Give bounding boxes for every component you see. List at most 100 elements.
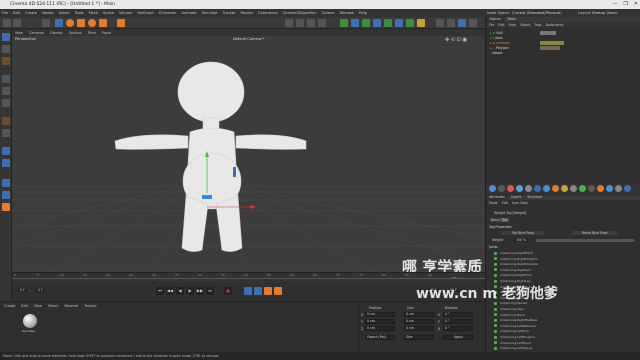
menu-volume[interactable]: Volume: [119, 11, 132, 15]
workplane-icon[interactable]: [99, 19, 107, 27]
om-menu-view[interactable]: View: [509, 23, 517, 27]
pos-x-field[interactable]: 0 cm: [365, 312, 395, 317]
live-select-icon[interactable]: [42, 19, 50, 27]
record-button[interactable]: ●: [224, 287, 232, 295]
om-menu-edit[interactable]: Edit: [498, 23, 504, 27]
tool-icon-15[interactable]: [615, 185, 622, 192]
tool-icon-2[interactable]: [498, 185, 505, 192]
tool-icon-12[interactable]: [588, 185, 595, 192]
scale-tool-icon[interactable]: [77, 19, 85, 27]
coord-size-select[interactable]: Size: [404, 335, 434, 340]
weight-slider[interactable]: [536, 239, 634, 242]
layout-select[interactable]: Startup (User): [592, 9, 617, 17]
cube-icon[interactable]: [340, 19, 348, 27]
menu-edit[interactable]: Edit: [13, 11, 20, 15]
joint-item[interactable]: mixamorig:RightArm: [500, 268, 531, 272]
attr-menu-userdata[interactable]: User Data: [512, 201, 528, 205]
pos-y-field[interactable]: 0 cm: [365, 319, 395, 324]
joint-enabled-checkbox[interactable]: [494, 268, 497, 272]
tool-icon-10[interactable]: [570, 185, 577, 192]
edges-mode-icon[interactable]: [2, 87, 10, 95]
axis-lock-icon[interactable]: [117, 19, 125, 27]
joint-item[interactable]: mixamorig:LeftForeArm: [500, 335, 535, 339]
tool-icon-4[interactable]: [516, 185, 523, 192]
joint-item[interactable]: mixamorig:RightForeArm: [500, 257, 538, 261]
joint-enabled-checkbox[interactable]: [494, 262, 497, 266]
rot-p-field[interactable]: 0 °: [443, 319, 473, 324]
keyframe-selection-icon[interactable]: [254, 287, 262, 295]
attr-menu-edit[interactable]: Edit: [502, 201, 508, 205]
axis-mode-icon[interactable]: [2, 129, 10, 137]
om-menu-bookmarks[interactable]: Bookmarks: [546, 23, 564, 27]
rotate-tool-icon[interactable]: [66, 19, 74, 27]
tool-icon-3[interactable]: [507, 185, 514, 192]
move-tool-icon[interactable]: [55, 19, 63, 27]
sculpt-icon[interactable]: [2, 179, 10, 187]
tool-icon-1[interactable]: [489, 185, 496, 192]
reset-bind-pose-button[interactable]: Reset Bind Pose: [572, 231, 618, 235]
object-row-lobsee[interactable]: · lobsee: [490, 51, 502, 56]
subdivision-icon[interactable]: [362, 19, 370, 27]
make-editable-icon[interactable]: [2, 33, 10, 41]
tool-icon-13[interactable]: [597, 185, 604, 192]
menu-tools[interactable]: Tools: [75, 11, 84, 15]
om-menu-object[interactable]: Object: [520, 23, 530, 27]
weight-paint-icon[interactable]: [2, 191, 10, 199]
tweak-mode-icon[interactable]: [2, 147, 10, 155]
vp-menu-cameras[interactable]: Cameras: [29, 31, 44, 35]
joint-item[interactable]: mixamorig:RightFoot: [500, 273, 531, 277]
menu-create[interactable]: Create: [25, 11, 37, 15]
joint-item[interactable]: mixamorig:LeftUpLeg: [500, 346, 532, 350]
joint-enabled-checkbox[interactable]: [494, 324, 497, 328]
menu-spline[interactable]: Spline: [103, 11, 114, 15]
size-z-field[interactable]: 0 cm: [404, 326, 434, 331]
joint-enabled-checkbox[interactable]: [494, 257, 497, 261]
om-menu-tags[interactable]: Tags: [535, 23, 542, 27]
menu-character[interactable]: Character: [159, 11, 177, 15]
vp-menu-filter[interactable]: Filter: [88, 31, 96, 35]
tab-objects[interactable]: Objects: [486, 17, 505, 22]
timeline-ruler[interactable]: 0 5 10 15 20 25 30 35 40 45 50 55 60 65 …: [12, 272, 485, 282]
menu-window[interactable]: Window: [340, 11, 354, 15]
subtab-tag[interactable]: Tag: [500, 218, 510, 222]
prev-key-button[interactable]: ◀◀: [166, 287, 174, 295]
joint-enabled-checkbox[interactable]: [494, 318, 497, 322]
render-region-icon[interactable]: [285, 19, 293, 27]
points-mode-icon[interactable]: [2, 75, 10, 83]
redo-icon[interactable]: [13, 19, 21, 27]
menu-select[interactable]: Select: [59, 11, 70, 15]
vp-menu-panel[interactable]: Panel: [102, 31, 111, 35]
menu-tracker[interactable]: Tracker: [223, 11, 236, 15]
joint-item[interactable]: mixamorig:RightHand: [500, 251, 533, 255]
light-icon[interactable]: [417, 19, 425, 27]
menu-extensions[interactable]: Extensions: [258, 11, 278, 15]
om-menu-file[interactable]: File: [489, 23, 494, 27]
go-end-button[interactable]: ⏭: [206, 287, 214, 295]
attr-menu-mode[interactable]: Mode: [489, 201, 498, 205]
joint-enabled-checkbox[interactable]: [494, 307, 497, 311]
vp-menu-display[interactable]: Display: [50, 31, 63, 35]
bend-deformer-icon[interactable]: [384, 19, 392, 27]
menu-modes[interactable]: Modes: [42, 11, 54, 15]
menu-animate[interactable]: Animate: [182, 11, 197, 15]
menu-plugin[interactable]: Cinema4Dlgorithm: [283, 11, 317, 15]
viewport-solo-icon[interactable]: [436, 19, 444, 27]
joint-enabled-checkbox[interactable]: [494, 329, 497, 333]
close-button[interactable]: ✕: [634, 0, 638, 9]
size-x-field[interactable]: 0 cm: [404, 312, 434, 317]
tab-layers[interactable]: Layers: [508, 195, 525, 200]
joint-item[interactable]: mixamorig:LeftHand: [500, 341, 531, 345]
menu-simulate[interactable]: Simulate: [202, 11, 218, 15]
vp-menu-view[interactable]: View: [15, 31, 23, 35]
tool-icon-11[interactable]: [579, 185, 586, 192]
play-button[interactable]: ▶: [186, 287, 194, 295]
next-key-button[interactable]: ▶▶: [196, 287, 204, 295]
joint-item[interactable]: mixamorig:LeftArm: [500, 329, 529, 333]
joint-item[interactable]: mixamorig:Neck: [500, 313, 525, 317]
camera-icon[interactable]: [406, 19, 414, 27]
snapping-icon[interactable]: [2, 159, 10, 167]
mat-menu-material[interactable]: Material: [64, 304, 78, 308]
go-start-button[interactable]: ⏮: [156, 287, 164, 295]
tool-icon-16[interactable]: [624, 185, 631, 192]
menu-help[interactable]: Help: [359, 11, 367, 15]
